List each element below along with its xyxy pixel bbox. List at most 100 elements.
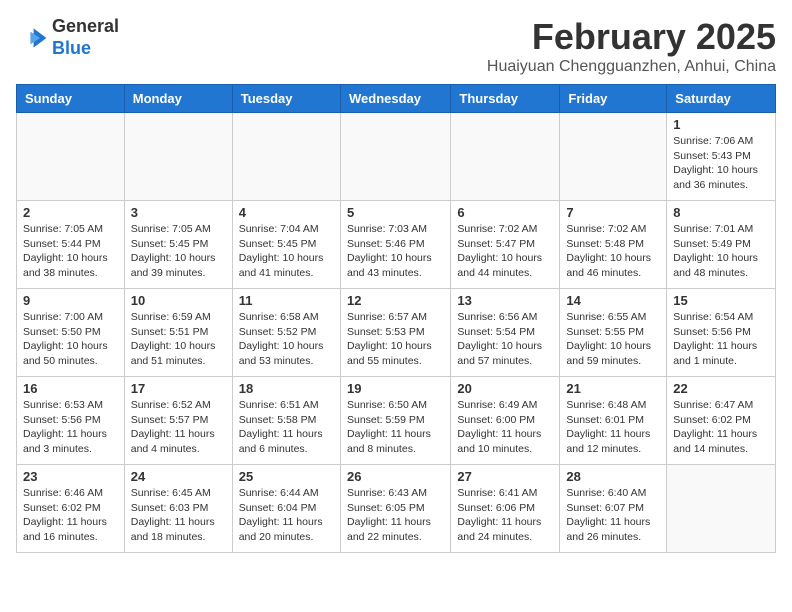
day-number: 12: [347, 293, 444, 308]
day-info: Sunrise: 6:47 AM Sunset: 6:02 PM Dayligh…: [673, 398, 769, 457]
day-info: Sunrise: 7:03 AM Sunset: 5:46 PM Dayligh…: [347, 222, 444, 281]
day-number: 15: [673, 293, 769, 308]
day-number: 4: [239, 205, 334, 220]
calendar-cell: 21 Sunrise: 6:48 AM Sunset: 6:01 PM Dayli…: [560, 377, 667, 465]
day-number: 8: [673, 205, 769, 220]
day-number: 11: [239, 293, 334, 308]
title-block: February 2025 Huaiyuan Chengguanzhen, An…: [487, 16, 776, 76]
day-info: Sunrise: 6:50 AM Sunset: 5:59 PM Dayligh…: [347, 398, 444, 457]
calendar-cell: 4 Sunrise: 7:04 AM Sunset: 5:45 PM Daylig…: [232, 201, 340, 289]
weekday-header-tuesday: Tuesday: [232, 85, 340, 113]
day-info: Sunrise: 7:02 AM Sunset: 5:47 PM Dayligh…: [457, 222, 553, 281]
calendar-cell: 13Sunrise: 6:56 AM Sunset: 5:54 PM Dayli…: [451, 289, 560, 377]
day-number: 21: [566, 381, 660, 396]
weekday-header-friday: Friday: [560, 85, 667, 113]
calendar-cell: 24Sunrise: 6:45 AM Sunset: 6:03 PM Dayli…: [124, 465, 232, 553]
calendar-cell: 27 Sunrise: 6:41 AM Sunset: 6:06 PM Dayli…: [451, 465, 560, 553]
day-info: Sunrise: 6:55 AM Sunset: 5:55 PM Dayligh…: [566, 310, 660, 369]
calendar-cell: [451, 113, 560, 201]
logo-text-blue: Blue: [52, 38, 91, 58]
day-info: Sunrise: 7:02 AM Sunset: 5:48 PM Dayligh…: [566, 222, 660, 281]
calendar-cell: 1 Sunrise: 7:06 AM Sunset: 5:43 PM Daylig…: [667, 113, 776, 201]
day-info: Sunrise: 6:57 AM Sunset: 5:53 PM Dayligh…: [347, 310, 444, 369]
calendar-cell: 26 Sunrise: 6:43 AM Sunset: 6:05 PM Dayli…: [340, 465, 450, 553]
day-number: 16: [23, 381, 118, 396]
calendar-cell: 25 Sunrise: 6:44 AM Sunset: 6:04 PM Dayli…: [232, 465, 340, 553]
day-info: Sunrise: 7:04 AM Sunset: 5:45 PM Dayligh…: [239, 222, 334, 281]
day-number: 18: [239, 381, 334, 396]
calendar-week-3: 16Sunrise: 6:53 AM Sunset: 5:56 PM Dayli…: [17, 377, 776, 465]
calendar-cell: 28Sunrise: 6:40 AM Sunset: 6:07 PM Dayli…: [560, 465, 667, 553]
calendar-cell: 11 Sunrise: 6:58 AM Sunset: 5:52 PM Dayli…: [232, 289, 340, 377]
weekday-header-monday: Monday: [124, 85, 232, 113]
day-info: Sunrise: 7:01 AM Sunset: 5:49 PM Dayligh…: [673, 222, 769, 281]
day-number: 19: [347, 381, 444, 396]
month-title: February 2025: [487, 16, 776, 58]
calendar-cell: 18 Sunrise: 6:51 AM Sunset: 5:58 PM Dayli…: [232, 377, 340, 465]
calendar-cell: 15 Sunrise: 6:54 AM Sunset: 5:56 PM Dayli…: [667, 289, 776, 377]
day-number: 7: [566, 205, 660, 220]
weekday-header-wednesday: Wednesday: [340, 85, 450, 113]
calendar-week-1: 2Sunrise: 7:05 AM Sunset: 5:44 PM Daylig…: [17, 201, 776, 289]
calendar-cell: 19 Sunrise: 6:50 AM Sunset: 5:59 PM Dayli…: [340, 377, 450, 465]
day-info: Sunrise: 7:05 AM Sunset: 5:44 PM Dayligh…: [23, 222, 118, 281]
day-number: 13: [457, 293, 553, 308]
weekday-header-thursday: Thursday: [451, 85, 560, 113]
weekday-header-sunday: Sunday: [17, 85, 125, 113]
logo-icon: [16, 22, 48, 54]
location-title: Huaiyuan Chengguanzhen, Anhui, China: [487, 58, 776, 76]
day-number: 3: [131, 205, 226, 220]
day-number: 25: [239, 469, 334, 484]
day-info: Sunrise: 6:52 AM Sunset: 5:57 PM Dayligh…: [131, 398, 226, 457]
calendar-week-0: 1 Sunrise: 7:06 AM Sunset: 5:43 PM Daylig…: [17, 113, 776, 201]
day-number: 9: [23, 293, 118, 308]
day-number: 5: [347, 205, 444, 220]
day-info: Sunrise: 6:54 AM Sunset: 5:56 PM Dayligh…: [673, 310, 769, 369]
day-number: 23: [23, 469, 118, 484]
day-info: Sunrise: 7:00 AM Sunset: 5:50 PM Dayligh…: [23, 310, 118, 369]
calendar-cell: 14Sunrise: 6:55 AM Sunset: 5:55 PM Dayli…: [560, 289, 667, 377]
page-header: General Blue February 2025 Huaiyuan Chen…: [16, 16, 776, 76]
calendar-cell: 6 Sunrise: 7:02 AM Sunset: 5:47 PM Daylig…: [451, 201, 560, 289]
logo-line1: General: [52, 16, 119, 38]
day-info: Sunrise: 6:49 AM Sunset: 6:00 PM Dayligh…: [457, 398, 553, 457]
calendar-week-4: 23Sunrise: 6:46 AM Sunset: 6:02 PM Dayli…: [17, 465, 776, 553]
calendar-cell: [667, 465, 776, 553]
calendar-cell: 16Sunrise: 6:53 AM Sunset: 5:56 PM Dayli…: [17, 377, 125, 465]
logo-text-general: General: [52, 16, 119, 36]
day-info: Sunrise: 6:44 AM Sunset: 6:04 PM Dayligh…: [239, 486, 334, 545]
day-number: 26: [347, 469, 444, 484]
calendar-cell: 7 Sunrise: 7:02 AM Sunset: 5:48 PM Daylig…: [560, 201, 667, 289]
calendar-cell: [232, 113, 340, 201]
day-info: Sunrise: 6:51 AM Sunset: 5:58 PM Dayligh…: [239, 398, 334, 457]
weekday-header-saturday: Saturday: [667, 85, 776, 113]
day-number: 6: [457, 205, 553, 220]
calendar-cell: [17, 113, 125, 201]
calendar-table: SundayMondayTuesdayWednesdayThursdayFrid…: [16, 84, 776, 553]
day-info: Sunrise: 7:06 AM Sunset: 5:43 PM Dayligh…: [673, 134, 769, 193]
day-number: 17: [131, 381, 226, 396]
day-number: 28: [566, 469, 660, 484]
calendar-cell: 3Sunrise: 7:05 AM Sunset: 5:45 PM Daylig…: [124, 201, 232, 289]
calendar-cell: [560, 113, 667, 201]
calendar-cell: 23Sunrise: 6:46 AM Sunset: 6:02 PM Dayli…: [17, 465, 125, 553]
weekday-header-row: SundayMondayTuesdayWednesdayThursdayFrid…: [17, 85, 776, 113]
logo: General Blue: [16, 16, 119, 59]
day-number: 24: [131, 469, 226, 484]
day-info: Sunrise: 6:43 AM Sunset: 6:05 PM Dayligh…: [347, 486, 444, 545]
logo-line2: Blue: [52, 38, 119, 60]
calendar-cell: [124, 113, 232, 201]
day-info: Sunrise: 6:48 AM Sunset: 6:01 PM Dayligh…: [566, 398, 660, 457]
calendar-cell: 10Sunrise: 6:59 AM Sunset: 5:51 PM Dayli…: [124, 289, 232, 377]
day-info: Sunrise: 6:59 AM Sunset: 5:51 PM Dayligh…: [131, 310, 226, 369]
calendar-header: SundayMondayTuesdayWednesdayThursdayFrid…: [17, 85, 776, 113]
day-number: 27: [457, 469, 553, 484]
day-number: 1: [673, 117, 769, 132]
calendar-cell: 5 Sunrise: 7:03 AM Sunset: 5:46 PM Daylig…: [340, 201, 450, 289]
day-info: Sunrise: 6:58 AM Sunset: 5:52 PM Dayligh…: [239, 310, 334, 369]
calendar-cell: 12 Sunrise: 6:57 AM Sunset: 5:53 PM Dayli…: [340, 289, 450, 377]
day-info: Sunrise: 6:41 AM Sunset: 6:06 PM Dayligh…: [457, 486, 553, 545]
calendar-cell: 17 Sunrise: 6:52 AM Sunset: 5:57 PM Dayli…: [124, 377, 232, 465]
calendar-cell: 20Sunrise: 6:49 AM Sunset: 6:00 PM Dayli…: [451, 377, 560, 465]
calendar-cell: 9 Sunrise: 7:00 AM Sunset: 5:50 PM Daylig…: [17, 289, 125, 377]
